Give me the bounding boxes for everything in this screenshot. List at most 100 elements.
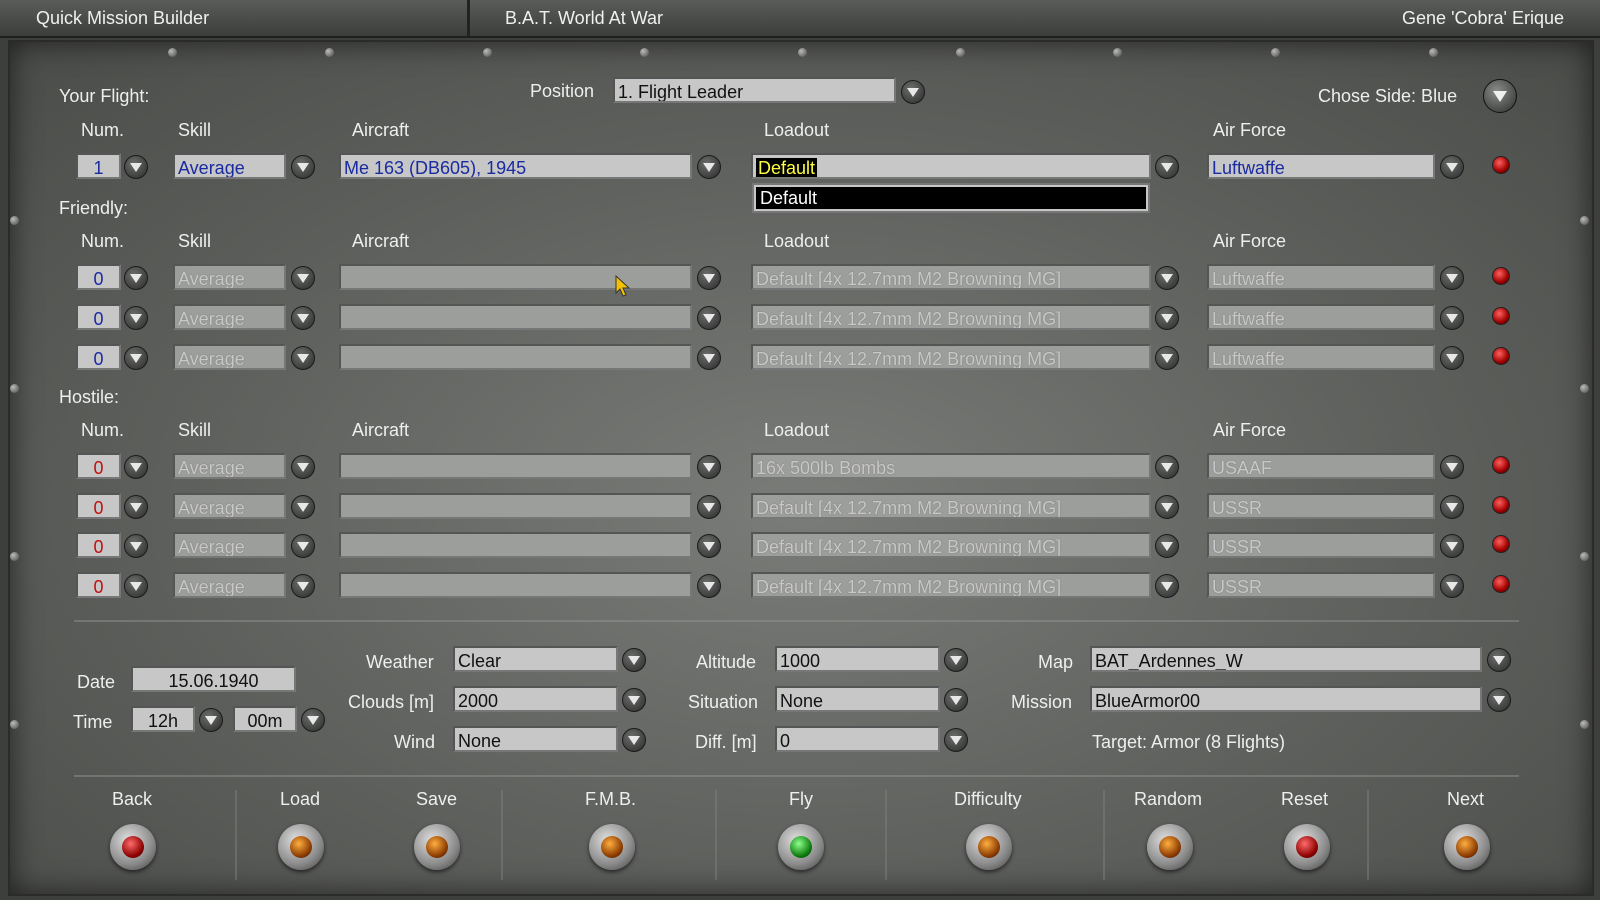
map-field[interactable]: BAT_Ardennes_W xyxy=(1090,646,1482,672)
chevron-down-icon[interactable] xyxy=(944,648,968,672)
hostile-airforce-field[interactable]: USSR xyxy=(1207,532,1435,558)
chevron-down-icon[interactable] xyxy=(1440,346,1464,370)
chevron-down-icon[interactable] xyxy=(697,306,721,330)
chevron-down-icon[interactable] xyxy=(301,708,325,732)
friendly-num-field[interactable]: 0 xyxy=(76,344,121,370)
loadout-dropdown-list[interactable]: Default xyxy=(752,183,1150,213)
friendly-aircraft-field[interactable] xyxy=(339,344,692,370)
hostile-loadout-field[interactable]: 16x 500lb Bombs xyxy=(751,453,1151,479)
friendly-loadout-field[interactable]: Default [4x 12.7mm M2 Browning MG] xyxy=(751,264,1151,290)
chevron-down-icon[interactable] xyxy=(124,455,148,479)
altitude-field[interactable]: 1000 xyxy=(775,646,940,672)
hostile-num-field[interactable]: 0 xyxy=(76,453,121,479)
chevron-down-icon[interactable] xyxy=(697,346,721,370)
chevron-down-icon[interactable] xyxy=(1155,346,1179,370)
hostile-num-field[interactable]: 0 xyxy=(76,572,121,598)
friendly-num-field[interactable]: 0 xyxy=(76,304,121,330)
friendly-airforce-field[interactable]: Luftwaffe xyxy=(1207,304,1435,330)
friendly-skill-field[interactable]: Average xyxy=(173,264,286,290)
chevron-down-icon[interactable] xyxy=(1440,455,1464,479)
load-button[interactable] xyxy=(278,824,324,870)
chevron-down-icon[interactable] xyxy=(199,708,223,732)
hostile-skill-field[interactable]: Average xyxy=(173,532,286,558)
hostile-skill-field[interactable]: Average xyxy=(173,453,286,479)
chevron-down-icon[interactable] xyxy=(1440,574,1464,598)
position-dropdown-icon[interactable] xyxy=(901,80,925,104)
wind-field[interactable]: None xyxy=(453,726,618,752)
friendly-airforce-field[interactable]: Luftwaffe xyxy=(1207,344,1435,370)
chevron-down-icon[interactable] xyxy=(1155,455,1179,479)
chevron-down-icon[interactable] xyxy=(1487,648,1511,672)
chevron-down-icon[interactable] xyxy=(291,155,315,179)
friendly-skill-field[interactable]: Average xyxy=(173,304,286,330)
chevron-down-icon[interactable] xyxy=(1440,155,1464,179)
random-button[interactable] xyxy=(1147,824,1193,870)
chevron-down-icon[interactable] xyxy=(291,495,315,519)
friendly-num-field[interactable]: 0 xyxy=(76,264,121,290)
chevron-down-icon[interactable] xyxy=(291,455,315,479)
chevron-down-icon[interactable] xyxy=(1487,688,1511,712)
your-flight-aircraft-field[interactable]: Me 163 (DB605), 1945 xyxy=(339,153,692,179)
chevron-down-icon[interactable] xyxy=(291,574,315,598)
chevron-down-icon[interactable] xyxy=(1155,266,1179,290)
time-minute-field[interactable]: 00m xyxy=(233,706,297,732)
chevron-down-icon[interactable] xyxy=(1155,534,1179,558)
hostile-skill-field[interactable]: Average xyxy=(173,493,286,519)
hostile-loadout-field[interactable]: Default [4x 12.7mm M2 Browning MG] xyxy=(751,493,1151,519)
chevron-down-icon[interactable] xyxy=(291,266,315,290)
fmb-button[interactable] xyxy=(589,824,635,870)
chevron-down-icon[interactable] xyxy=(697,155,721,179)
weather-field[interactable]: Clear xyxy=(453,646,618,672)
chevron-down-icon[interactable] xyxy=(1155,155,1179,179)
hostile-aircraft-field[interactable] xyxy=(339,572,692,598)
hostile-loadout-field[interactable]: Default [4x 12.7mm M2 Browning MG] xyxy=(751,572,1151,598)
hostile-num-field[interactable]: 0 xyxy=(76,493,121,519)
hostile-aircraft-field[interactable] xyxy=(339,532,692,558)
chevron-down-icon[interactable] xyxy=(124,306,148,330)
friendly-loadout-field[interactable]: Default [4x 12.7mm M2 Browning MG] xyxy=(751,304,1151,330)
chevron-down-icon[interactable] xyxy=(1440,266,1464,290)
chevron-down-icon[interactable] xyxy=(291,306,315,330)
your-flight-airforce-field[interactable]: Luftwaffe xyxy=(1207,153,1435,179)
chevron-down-icon[interactable] xyxy=(697,574,721,598)
chevron-down-icon[interactable] xyxy=(944,728,968,752)
chevron-down-icon[interactable] xyxy=(622,648,646,672)
hostile-airforce-field[interactable]: USAAF xyxy=(1207,453,1435,479)
chevron-down-icon[interactable] xyxy=(1440,306,1464,330)
chevron-down-icon[interactable] xyxy=(622,688,646,712)
chevron-down-icon[interactable] xyxy=(1440,495,1464,519)
chevron-down-icon[interactable] xyxy=(124,155,148,179)
next-button[interactable] xyxy=(1444,824,1490,870)
chevron-down-icon[interactable] xyxy=(697,534,721,558)
hostile-loadout-field[interactable]: Default [4x 12.7mm M2 Browning MG] xyxy=(751,532,1151,558)
friendly-airforce-field[interactable]: Luftwaffe xyxy=(1207,264,1435,290)
date-field[interactable]: 15.06.1940 xyxy=(131,666,296,692)
chevron-down-icon[interactable] xyxy=(944,688,968,712)
friendly-aircraft-field[interactable] xyxy=(339,304,692,330)
chevron-down-icon[interactable] xyxy=(1155,306,1179,330)
chevron-down-icon[interactable] xyxy=(124,266,148,290)
chevron-down-icon[interactable] xyxy=(622,728,646,752)
friendly-aircraft-field[interactable] xyxy=(339,264,692,290)
chevron-down-icon[interactable] xyxy=(697,455,721,479)
friendly-skill-field[interactable]: Average xyxy=(173,344,286,370)
chevron-down-icon[interactable] xyxy=(124,346,148,370)
clouds-field[interactable]: 2000 xyxy=(453,686,618,712)
your-flight-num-field[interactable]: 1 xyxy=(76,153,121,179)
situation-field[interactable]: None xyxy=(775,686,940,712)
choose-side-button[interactable] xyxy=(1483,79,1517,113)
chevron-down-icon[interactable] xyxy=(291,346,315,370)
hostile-airforce-field[interactable]: USSR xyxy=(1207,493,1435,519)
mission-field[interactable]: BlueArmor00 xyxy=(1090,686,1482,712)
diff-field[interactable]: 0 xyxy=(775,726,940,752)
your-flight-skill-field[interactable]: Average xyxy=(173,153,286,179)
fly-button[interactable] xyxy=(778,824,824,870)
loadout-option[interactable]: Default xyxy=(756,187,1146,209)
hostile-airforce-field[interactable]: USSR xyxy=(1207,572,1435,598)
friendly-loadout-field[interactable]: Default [4x 12.7mm M2 Browning MG] xyxy=(751,344,1151,370)
hostile-aircraft-field[interactable] xyxy=(339,493,692,519)
chevron-down-icon[interactable] xyxy=(697,266,721,290)
back-button[interactable] xyxy=(110,824,156,870)
reset-button[interactable] xyxy=(1284,824,1330,870)
position-select[interactable]: 1. Flight Leader xyxy=(613,77,896,103)
